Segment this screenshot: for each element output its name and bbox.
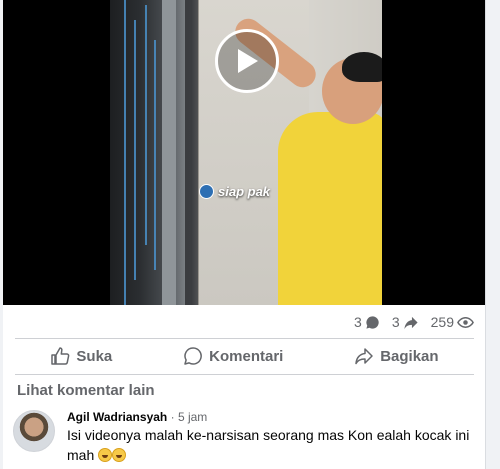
comment-icon xyxy=(184,347,202,365)
eye-icon xyxy=(457,316,474,328)
avatar[interactable] xyxy=(13,410,55,452)
comment-text: Isi videonya malah ke-narsisan seorang m… xyxy=(67,425,476,465)
person-shirt xyxy=(278,112,382,305)
comment-bubble-icon xyxy=(366,315,379,329)
comment-item: Agil Wadriansyah · 5 jam Isi videonya ma… xyxy=(13,410,476,465)
share-button[interactable]: Bagikan xyxy=(344,342,448,370)
laughing-emoji-icon xyxy=(98,448,113,462)
comment-button[interactable]: Komentari xyxy=(173,342,293,370)
comment-time[interactable]: 5 jam xyxy=(178,410,207,424)
like-label: Suka xyxy=(76,347,113,365)
view-count: 259 xyxy=(431,314,474,330)
caption-text: siap pak xyxy=(218,184,271,199)
laughing-emoji-icon xyxy=(112,448,127,462)
divider-top xyxy=(15,338,474,339)
scrollbar[interactable] xyxy=(485,0,500,469)
play-icon xyxy=(238,49,258,73)
like-button[interactable]: Suka xyxy=(40,342,122,370)
comment-body: Agil Wadriansyah · 5 jam Isi videonya ma… xyxy=(67,410,476,465)
person-hair xyxy=(342,52,382,82)
post-stats: 3 3 259 xyxy=(354,314,474,330)
comment-author[interactable]: Agil Wadriansyah xyxy=(67,410,167,424)
comment-count[interactable]: 3 xyxy=(354,314,380,330)
thumbs-up-icon xyxy=(51,347,70,365)
divider-bottom xyxy=(15,374,474,375)
play-button[interactable] xyxy=(215,29,279,93)
share-icon xyxy=(355,348,373,365)
comment-text-content: Isi videonya malah ke-narsisan seorang m… xyxy=(67,427,470,463)
server-rack xyxy=(110,0,185,305)
face-emoji-icon xyxy=(199,184,214,199)
view-count-value: 259 xyxy=(430,314,454,330)
post-actions: Suka Komentari Bagikan xyxy=(15,340,474,372)
comment-label: Komentari xyxy=(209,347,284,365)
share-count[interactable]: 3 xyxy=(392,314,419,330)
share-label: Bagikan xyxy=(380,347,439,365)
view-more-comments-link[interactable]: Lihat komentar lain xyxy=(17,382,155,399)
comment-header: Agil Wadriansyah · 5 jam xyxy=(67,410,476,424)
video-caption: siap pak xyxy=(199,184,270,199)
post-card: siap pak 3 3 259 Suka Komentari Bagikan … xyxy=(3,0,486,469)
video-player[interactable]: siap pak xyxy=(3,0,486,305)
comment-count-value: 3 xyxy=(354,314,362,330)
share-arrow-icon xyxy=(404,316,418,329)
comment-separator: · xyxy=(170,410,175,424)
share-count-value: 3 xyxy=(391,314,400,330)
